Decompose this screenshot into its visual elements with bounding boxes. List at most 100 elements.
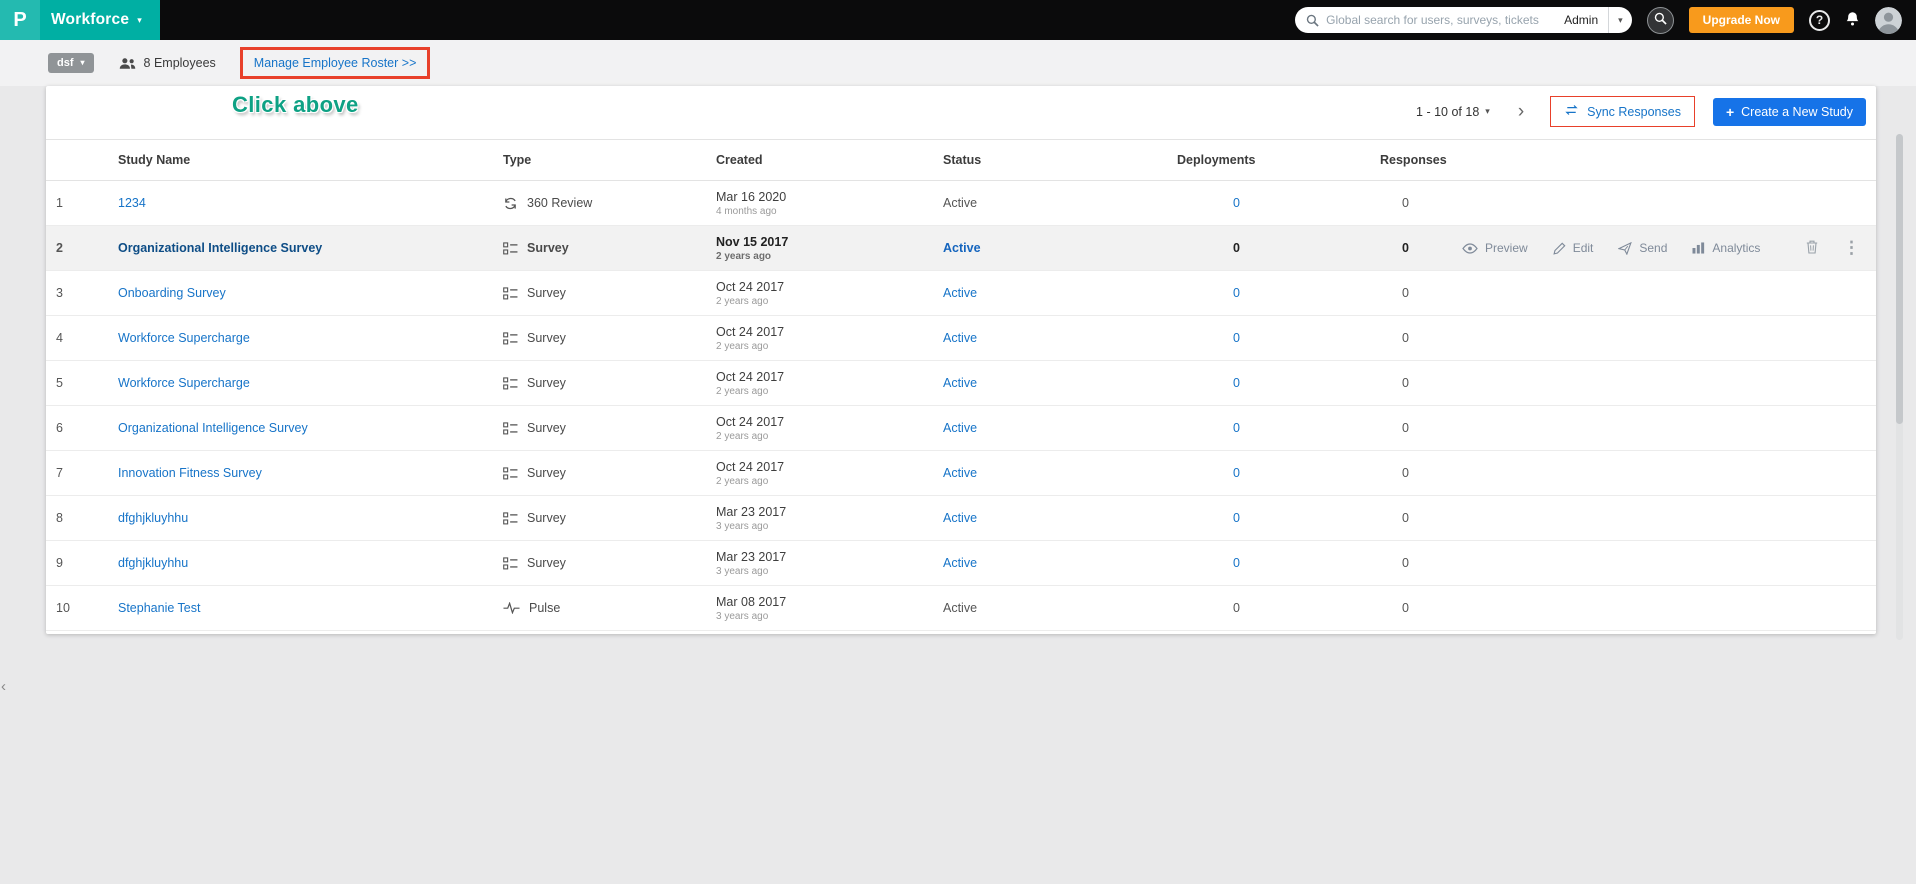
table-row[interactable]: 8 dfghjkluyhhu Survey Mar 23 2017 3 year… [46, 496, 1876, 541]
status-text: Active [943, 286, 978, 300]
header-status: Status [943, 153, 982, 167]
sync-responses-button[interactable]: Sync Responses [1552, 98, 1693, 125]
notifications-button[interactable] [1845, 11, 1860, 29]
360-review-icon [503, 196, 518, 211]
table-row[interactable]: 2 Organizational Intelligence Survey Sur… [46, 226, 1876, 271]
user-avatar[interactable] [1875, 6, 1902, 34]
create-study-button[interactable]: + Create a New Study [1712, 97, 1866, 126]
deployments-count[interactable]: 0 [1177, 286, 1240, 300]
responses-count: 0 [1402, 556, 1409, 570]
row-number: 3 [56, 286, 63, 300]
status-text: Active [943, 331, 978, 345]
bell-icon [1845, 11, 1860, 29]
table-row[interactable]: 3 Onboarding Survey Survey Oct 24 2017 2… [46, 271, 1876, 316]
deployments-count[interactable]: 0 [1177, 331, 1240, 345]
search-scope-dropdown[interactable]: ▾ [1608, 7, 1632, 33]
responses-count: 0 [1402, 286, 1409, 300]
collapse-panel-button[interactable]: ‹ [1, 678, 6, 695]
people-icon [119, 57, 136, 70]
study-name-link[interactable]: Workforce Supercharge [118, 376, 250, 390]
deployments-count[interactable]: 0 [1177, 241, 1240, 255]
header-created: Created [716, 153, 763, 167]
topbar-right-group: Admin ▾ Upgrade Now ? [1295, 6, 1916, 34]
send-button[interactable]: Send [1618, 241, 1667, 255]
deployments-count[interactable]: 0 [1177, 511, 1240, 525]
brand-title: Workforce [51, 11, 130, 28]
table-row[interactable]: 9 dfghjkluyhhu Survey Mar 23 2017 3 year… [46, 541, 1876, 586]
global-search-input[interactable] [1326, 13, 1555, 27]
row-number: 9 [56, 556, 63, 570]
deployments-count[interactable]: 0 [1177, 556, 1240, 570]
roster-highlight-box: Manage Employee Roster >> [239, 47, 431, 79]
pagination-control[interactable]: 1 - 10 of 18 ▾ [1416, 105, 1490, 119]
table-row[interactable]: 5 Workforce Supercharge Survey Oct 24 20… [46, 361, 1876, 406]
pagination-label: 1 - 10 of 18 [1416, 104, 1480, 119]
created-ago: 2 years ago [716, 430, 769, 442]
survey-icon [503, 511, 518, 525]
search-button[interactable] [1646, 6, 1674, 34]
responses-count: 0 [1402, 601, 1409, 615]
deployments-count[interactable]: 0 [1177, 376, 1240, 390]
survey-icon [503, 331, 518, 345]
table-row[interactable]: 10 Stephanie Test Pulse Mar 08 2017 3 ye… [46, 586, 1876, 631]
study-name-link[interactable]: Workforce Supercharge [118, 331, 250, 345]
header-deployments: Deployments [1177, 153, 1256, 167]
analytics-button[interactable]: Analytics [1692, 241, 1760, 255]
row-number: 2 [56, 241, 63, 255]
table-row[interactable]: 7 Innovation Fitness Survey Survey Oct 2… [46, 451, 1876, 496]
deployments-count[interactable]: 0 [1177, 421, 1240, 435]
plus-icon: + [1725, 103, 1735, 120]
edit-button[interactable]: Edit [1553, 241, 1593, 255]
study-type-label: Survey [527, 376, 566, 390]
row-number: 10 [56, 601, 70, 615]
header-type: Type [503, 153, 532, 167]
workforce-menu[interactable]: P Workforce ▾ [0, 0, 160, 40]
study-type-label: Survey [527, 556, 566, 570]
project-bar: dsf ▾ 8 Employees Manage Employee Roster… [0, 40, 1916, 86]
help-button[interactable]: ? [1809, 9, 1830, 31]
deployments-count[interactable]: 0 [1177, 601, 1240, 615]
top-navigation-bar: P Workforce ▾ Admin ▾ Upgrade Now ? [0, 0, 1916, 40]
bar-chart-icon [1692, 242, 1705, 254]
scrollbar[interactable] [1896, 134, 1903, 640]
survey-icon [503, 556, 518, 570]
study-type-label: Survey [527, 421, 566, 435]
sync-label: Sync Responses [1587, 104, 1681, 119]
study-name-link[interactable]: 1234 [118, 196, 146, 210]
scrollbar-thumb[interactable] [1896, 134, 1903, 424]
responses-count: 0 [1402, 376, 1409, 390]
manage-roster-link[interactable]: Manage Employee Roster >> [254, 56, 417, 70]
click-above-annotation: Click above [232, 92, 359, 117]
created-ago: 2 years ago [716, 475, 769, 487]
study-name-link[interactable]: dfghjkluyhhu [118, 556, 188, 570]
delete-button[interactable] [1806, 240, 1818, 257]
project-selector[interactable]: dsf ▾ [48, 53, 94, 73]
chevron-left-icon: ‹ [1, 678, 6, 695]
study-type-label: Survey [527, 511, 566, 525]
study-type-label: 360 Review [527, 196, 593, 210]
status-text: Active [943, 376, 978, 390]
study-name-link[interactable]: Organizational Intelligence Survey [118, 421, 308, 435]
study-type-label: Pulse [529, 601, 561, 615]
row-number: 8 [56, 511, 63, 525]
table-row[interactable]: 4 Workforce Supercharge Survey Oct 24 20… [46, 316, 1876, 361]
study-name-link[interactable]: dfghjkluyhhu [118, 511, 188, 525]
status-text: Active [943, 421, 978, 435]
table-row[interactable]: 6 Organizational Intelligence Survey Sur… [46, 406, 1876, 451]
next-page-button[interactable]: › [1518, 102, 1524, 121]
study-name-link[interactable]: Stephanie Test [118, 601, 200, 615]
study-name-link[interactable]: Organizational Intelligence Survey [118, 241, 322, 255]
study-name-link[interactable]: Innovation Fitness Survey [118, 466, 262, 480]
upgrade-button[interactable]: Upgrade Now [1688, 7, 1794, 33]
deployments-count[interactable]: 0 [1177, 196, 1240, 210]
preview-button[interactable]: Preview [1462, 241, 1528, 255]
sync-icon [1564, 104, 1579, 119]
row-menu-button[interactable]: ⋮ [1843, 238, 1860, 258]
deployments-count[interactable]: 0 [1177, 466, 1240, 480]
table-row[interactable]: 1 1234 360 Review Mar 16 2020 4 months a… [46, 181, 1876, 226]
study-name-link[interactable]: Onboarding Survey [118, 286, 226, 300]
created-ago: 3 years ago [716, 520, 769, 532]
chevron-down-icon: ▾ [1485, 106, 1490, 116]
created-ago: 3 years ago [716, 565, 769, 577]
created-ago: 2 years ago [716, 340, 769, 352]
